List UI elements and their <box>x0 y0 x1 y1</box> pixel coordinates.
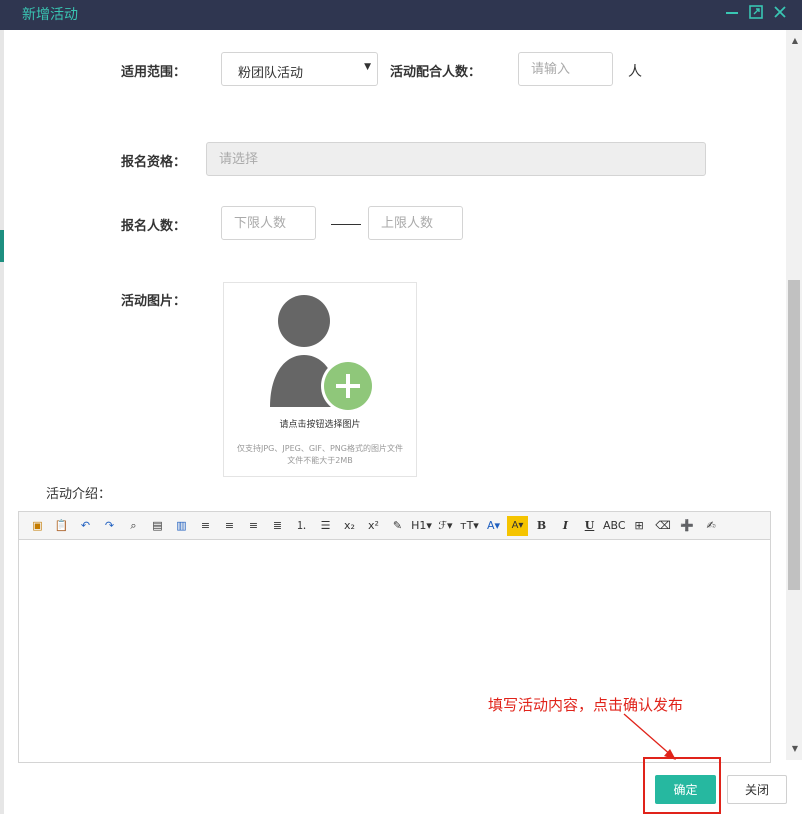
minimize-icon[interactable] <box>724 4 740 22</box>
close-icon[interactable] <box>772 4 788 22</box>
scroll-up-arrow-icon[interactable]: ▲ <box>792 36 798 45</box>
signup-count-label: 报名人数： <box>121 219 187 234</box>
annotation-arrow-icon <box>623 713 676 760</box>
user-placeholder-icon <box>270 295 374 413</box>
intro-label: 活动介绍： <box>46 487 112 502</box>
underline-icon[interactable]: U <box>579 516 600 536</box>
heading-icon[interactable]: H1▾ <box>411 516 432 536</box>
scrollbar-thumb[interactable] <box>788 280 800 590</box>
editor-toolbar: ▣ 📋 ↶ ↷ ⌕ ▤ ▥ ≡ ≡ ≡ ≣ ⒈ ☰ x₂ x² ✎ H1▾ ℱ▾ тT▾ A▾ A▾ B I U ABC ⊞ ⌫ ➕ ✍ <box>19 512 770 540</box>
clear-format-icon[interactable]: ✎ <box>387 516 408 536</box>
upload-instruction: 请点击按钮选择图片 <box>279 420 361 430</box>
paste-text-icon[interactable]: ▤ <box>147 516 168 536</box>
confirm-button[interactable]: 确定 <box>655 775 716 804</box>
window-controls <box>724 4 788 22</box>
scroll-down-arrow-icon[interactable]: ▼ <box>792 744 798 753</box>
signup-max-input[interactable] <box>368 206 463 240</box>
image-upload-box[interactable]: 请点击按钮选择图片 仅支持JPG、JPEG、GIF、PNG格式的图片文件 文件不… <box>223 282 417 477</box>
ordered-list-icon[interactable]: ⒈ <box>291 516 312 536</box>
upload-format-hint: 仅支持JPG、JPEG、GIF、PNG格式的图片文件 文件不能大于2MB <box>224 443 416 467</box>
close-button[interactable]: 关闭 <box>727 775 787 804</box>
font-color-icon[interactable]: A▾ <box>483 516 504 536</box>
qualification-label: 报名资格： <box>121 155 187 170</box>
scope-label: 适用范围： <box>121 65 187 80</box>
align-left-icon[interactable]: ≡ <box>195 516 216 536</box>
signup-min-input[interactable] <box>221 206 316 240</box>
strikethrough-icon[interactable]: ABC <box>603 516 626 536</box>
italic-icon[interactable]: I <box>555 516 576 536</box>
align-justify-icon[interactable]: ≣ <box>267 516 288 536</box>
insert-image-icon[interactable]: ▣ <box>27 516 48 536</box>
source-icon[interactable]: ✍ <box>701 516 722 536</box>
font-family-icon[interactable]: ℱ▾ <box>435 516 456 536</box>
dialog-titlebar: 新增活动 <box>0 0 802 30</box>
align-right-icon[interactable]: ≡ <box>243 516 264 536</box>
cooperation-count-input[interactable] <box>518 52 613 86</box>
undo-icon[interactable]: ↶ <box>75 516 96 536</box>
scope-select[interactable]: 粉团队活动 ▼ <box>221 52 378 86</box>
highlight-icon[interactable]: A▾ <box>507 515 528 536</box>
superscript-icon[interactable]: x² <box>363 516 384 536</box>
range-dash <box>331 224 361 225</box>
redo-icon[interactable]: ↷ <box>99 516 120 536</box>
paste-icon[interactable]: 📋 <box>51 516 72 536</box>
scope-select-value: 粉团队活动 <box>238 66 304 81</box>
subscript-icon[interactable]: x₂ <box>339 516 360 536</box>
unordered-list-icon[interactable]: ☰ <box>315 516 336 536</box>
background-page-edge <box>0 30 4 814</box>
background-marker <box>0 230 4 262</box>
upload-hint-line-1: 仅支持JPG、JPEG、GIF、PNG格式的图片文件 <box>237 444 403 453</box>
qualification-select[interactable] <box>206 142 706 176</box>
add-activity-dialog: 新增活动 ▲ ▼ 适用范围： 粉团队活动 ▼ 活动配合人数： 人 报名资格： 报… <box>0 0 802 814</box>
paste-word-icon[interactable]: ▥ <box>171 516 192 536</box>
upload-hint-line-2: 文件不能大于2MB <box>287 456 353 465</box>
table-icon[interactable]: ⊞ <box>629 516 650 536</box>
preview-icon[interactable]: ⌕ <box>123 516 144 536</box>
image-label: 活动图片： <box>121 294 187 309</box>
maximize-icon[interactable] <box>748 4 764 22</box>
cooperation-unit: 人 <box>628 64 642 80</box>
dialog-title: 新增活动 <box>22 7 78 23</box>
chevron-down-icon: ▼ <box>364 62 371 72</box>
eraser-icon[interactable]: ⌫ <box>653 516 674 536</box>
cooperation-count-label: 活动配合人数： <box>390 65 482 80</box>
bold-icon[interactable]: B <box>531 516 552 536</box>
align-center-icon[interactable]: ≡ <box>219 516 240 536</box>
insert-line-icon[interactable]: ➕ <box>677 516 698 536</box>
font-size-icon[interactable]: тT▾ <box>459 516 480 536</box>
